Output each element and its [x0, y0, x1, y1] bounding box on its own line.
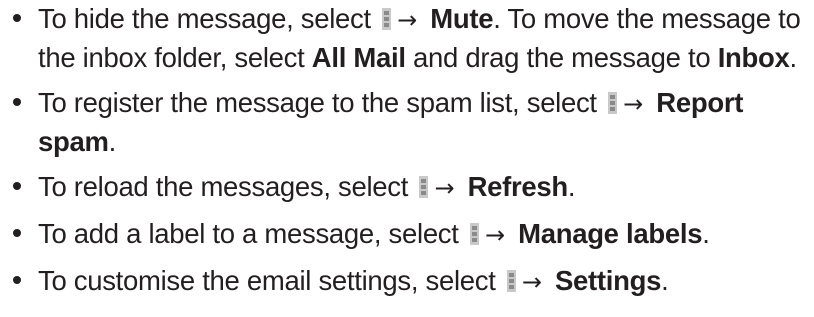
instruction-text: To hide the message, select	[38, 3, 379, 34]
arrow-right-icon: →	[397, 6, 425, 34]
menu-option-name: Settings	[555, 265, 662, 296]
bullet-item: To hide the message, select → Mute. To m…	[0, 0, 814, 76]
menu-option-name: Refresh	[467, 171, 569, 202]
menu-option-name: All Mail	[311, 42, 406, 73]
menu-icon	[419, 176, 429, 198]
arrow-right-icon: →	[623, 90, 651, 118]
menu-option-name: Inbox	[717, 42, 790, 73]
menu-option-name: Manage labels	[518, 218, 703, 249]
instruction-text: .	[661, 265, 669, 296]
menu-icon	[506, 270, 516, 292]
document-page: To hide the message, select → Mute. To m…	[0, 0, 814, 317]
arrow-right-icon: →	[434, 174, 462, 202]
menu-icon	[469, 223, 479, 245]
menu-icon	[608, 92, 618, 114]
instruction-text: To register the message to the spam list…	[38, 87, 605, 118]
bullet-item: To customise the email settings, select …	[0, 262, 814, 301]
bullet-list: To hide the message, select → Mute. To m…	[0, 0, 814, 309]
bullet-item: To add a label to a message, select → Ma…	[0, 215, 814, 254]
instruction-text: To customise the email settings, select	[38, 265, 503, 296]
instruction-text: and drag the message to	[405, 42, 718, 73]
bullet-item: To reload the messages, select → Refresh…	[0, 168, 814, 207]
menu-option-name: Mute	[430, 3, 494, 34]
menu-icon	[382, 8, 392, 30]
instruction-text: To reload the messages, select	[38, 171, 416, 202]
instruction-text: .	[702, 218, 710, 249]
arrow-right-icon: →	[484, 221, 513, 249]
instruction-text: To add a label to a message, select	[38, 218, 466, 249]
bullet-item: To register the message to the spam list…	[0, 84, 814, 160]
arrow-right-icon: →	[521, 268, 550, 296]
instruction-text: .	[108, 126, 117, 157]
instruction-text: .	[567, 171, 576, 202]
instruction-text: .	[789, 42, 798, 73]
